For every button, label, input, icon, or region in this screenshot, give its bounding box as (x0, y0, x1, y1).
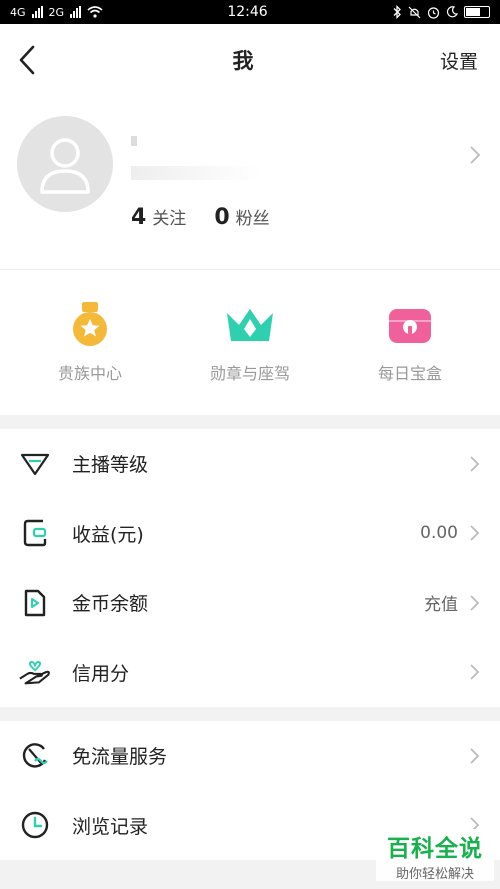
chevron-right-icon (470, 456, 480, 472)
menu-item-label: 免流量服务 (72, 746, 168, 769)
status-time: 12:46 (227, 4, 268, 20)
bluetooth-icon (393, 5, 401, 19)
menu-item-label: 金币余额 (72, 593, 149, 616)
chevron-right-icon (470, 595, 480, 611)
alarm-icon (427, 6, 440, 19)
page-title: 我 (232, 49, 254, 73)
signal-1-label: 4G (10, 5, 26, 19)
menu-item-anchor-level[interactable]: 主播等级 (0, 429, 500, 499)
quick-item-medals-vehicles[interactable]: 勋章与座驾 (175, 302, 325, 384)
menu-item-label: 主播等级 (72, 454, 149, 477)
chevron-right-icon (470, 525, 480, 541)
fans-count: 0 (214, 205, 230, 230)
menu-item-value: 0.00 (420, 523, 458, 544)
hand-heart-icon (18, 655, 52, 689)
user-id-redacted (131, 166, 261, 180)
chevron-right-icon (470, 664, 480, 680)
signal-2-label: 2G (48, 5, 65, 19)
back-arrow-icon (19, 45, 35, 75)
profile-card[interactable]: 4 关注 0 粉丝 (0, 96, 500, 270)
status-right (392, 5, 490, 19)
watermark-logo: 百科全说 助你轻松解决 (376, 829, 494, 882)
status-left: 4G 2G (10, 6, 103, 19)
mute-bell-icon (408, 6, 421, 18)
following-label: 关注 (152, 209, 187, 229)
chevron-right-icon (470, 748, 480, 764)
fans-stat[interactable]: 0 粉丝 (214, 204, 269, 230)
clock-icon (18, 808, 52, 842)
treasure-box-icon (384, 302, 436, 348)
medal-icon (64, 301, 116, 348)
menu-item-label: 信用分 (72, 662, 130, 685)
battery-icon (463, 6, 490, 18)
diamond-icon (18, 447, 52, 481)
coin-play-icon (18, 586, 52, 620)
watermark-title: 百科全说 (387, 835, 483, 862)
quick-actions: 贵族中心 勋章与座驾 每日宝盒 (0, 270, 500, 415)
recharge-link[interactable]: 充值 (424, 590, 458, 615)
user-silhouette-icon (40, 138, 90, 194)
profile-chevron-icon (470, 146, 481, 168)
following-count: 4 (131, 205, 147, 230)
following-stat[interactable]: 4 关注 (131, 204, 186, 230)
follow-stats: 4 关注 0 粉丝 (131, 204, 270, 230)
menu-group-1: 主播等级 收益(元) 0.00 金币余额 充值 信用分 (0, 429, 500, 707)
fans-label: 粉丝 (235, 209, 270, 229)
menu-item-data-free[interactable]: 免流量服务 (0, 721, 500, 791)
crown-icon (224, 302, 276, 348)
username-redacted (131, 136, 137, 146)
wifi-icon (87, 6, 103, 18)
quick-item-label: 每日宝盒 (377, 363, 442, 383)
signal-bars-2-icon (70, 6, 82, 18)
wallet-icon (18, 516, 52, 550)
moon-icon (446, 6, 458, 18)
menu-item-earnings[interactable]: 收益(元) 0.00 (0, 499, 500, 569)
data-free-icon (18, 739, 52, 773)
quick-item-noble-center[interactable]: 贵族中心 (15, 301, 165, 384)
menu-item-coin-balance[interactable]: 金币余额 充值 (0, 568, 500, 638)
quick-item-label: 贵族中心 (57, 363, 122, 383)
nav-bar: 我 设置 (0, 24, 500, 96)
signal-bars-icon (31, 6, 43, 18)
menu-item-credit-score[interactable]: 信用分 (0, 638, 500, 708)
status-bar: 4G 2G 12:46 (0, 0, 500, 24)
menu-item-label: 收益(元) (72, 523, 144, 546)
quick-item-daily-box[interactable]: 每日宝盒 (335, 302, 485, 384)
avatar[interactable] (17, 116, 113, 212)
watermark-subtitle: 助你轻松解决 (395, 866, 474, 882)
back-button[interactable] (18, 45, 46, 75)
settings-button[interactable]: 设置 (440, 47, 478, 74)
quick-item-label: 勋章与座驾 (209, 363, 290, 383)
